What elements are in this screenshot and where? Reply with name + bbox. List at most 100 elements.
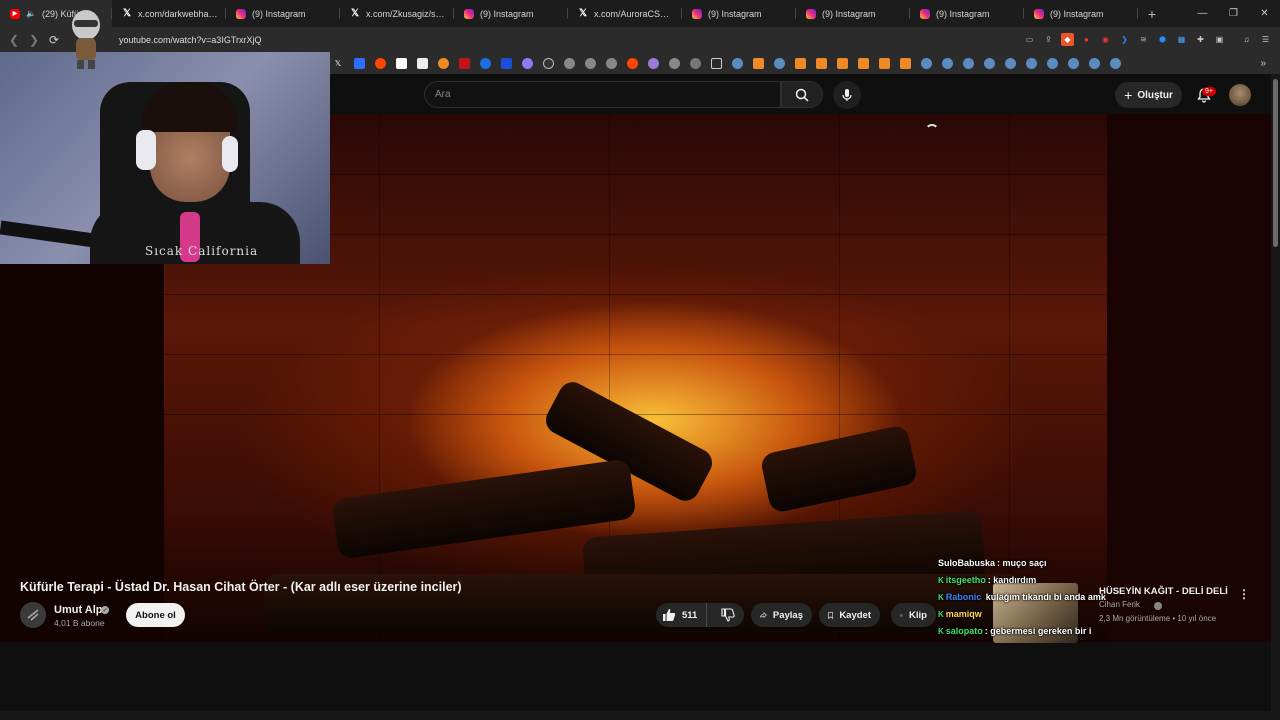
bookmark-play-icon[interactable] [477,55,493,71]
tab[interactable]: 𝕏x.com/Zkusagiz/status [340,0,454,27]
bookmark-gear-icon[interactable] [687,55,703,71]
bookmark-steam-icon[interactable] [1002,55,1018,71]
bookmark-rss-icon[interactable] [813,55,829,71]
bookmark-rss-icon[interactable] [792,55,808,71]
bookmark-reddit-icon[interactable] [372,55,388,71]
maximize-icon[interactable]: ❐ [1218,0,1249,27]
new-tab-button[interactable]: + [1138,0,1166,27]
bookmark-steam-icon[interactable] [1065,55,1081,71]
bookmark-globe-icon[interactable] [582,55,598,71]
bookmark-red-icon[interactable] [456,55,472,71]
share-page-icon[interactable]: ⇪ [1042,33,1055,46]
recommended-video-title[interactable]: HÜSEYİN KAĞIT - DELİ DELİ [1099,586,1228,597]
sidebar-icon[interactable]: ▣ [1213,33,1226,46]
horizontal-scrollbar[interactable] [0,711,1271,720]
account-avatar[interactable] [1229,84,1251,106]
page-scrollbar[interactable] [1271,74,1280,720]
tab[interactable]: 𝕏x.com/AuroraCS2_GG [568,0,682,27]
bookmark-globe-icon[interactable] [666,55,682,71]
bookmark-steam-icon[interactable] [960,55,976,71]
tab[interactable]: 𝕏x.com/darkwebhaber/ [112,0,226,27]
kick-badge-icon: K [938,593,944,602]
share-icon [760,611,767,619]
bookmark-rss-icon[interactable] [834,55,850,71]
window-controls: — ❐ ✕ [1187,0,1280,27]
bookmark-steam-icon[interactable] [981,55,997,71]
bookmark-globe-icon[interactable] [603,55,619,71]
back-icon[interactable]: ❮ [4,27,24,52]
search-input[interactable]: Ara [424,81,781,108]
search-button[interactable] [781,81,823,108]
tab[interactable]: (9) Instagram [454,0,568,27]
scrollbar-thumb[interactable] [1273,79,1278,247]
channel-name[interactable]: Umut Alp [54,604,102,616]
bookmark-k-icon[interactable] [540,55,556,71]
create-button[interactable]: + Oluştur [1115,82,1182,108]
bookmarks-overflow-icon[interactable]: » [1260,58,1266,69]
bookmark-nfl-icon[interactable] [498,55,514,71]
extension-toolbar: ▭ ⇪ ◆ ● ◉ ❯ ≋ ⬢ ▦ ✚ ▣ ♫ ☰ [1023,33,1280,46]
tab[interactable]: (9) Instagram [796,0,910,27]
playlist-icon[interactable]: ♫ [1240,33,1253,46]
like-dislike-group: 511 [656,603,744,627]
bookmark-steam-icon[interactable] [1044,55,1060,71]
tab[interactable]: (9) Instagram [682,0,796,27]
bookmark-steam-icon[interactable] [939,55,955,71]
bookmark-feather-icon[interactable] [645,55,661,71]
bookmark-steam-icon[interactable] [918,55,934,71]
save-button[interactable]: Kaydet [819,603,880,627]
browser-address-bar: ❮ ❯ ⟳ youtube.com/watch?v=a3IGTrxrXjQ ▭ … [0,27,1280,52]
puzzle-icon[interactable]: ✚ [1194,33,1207,46]
circle-extension-icon[interactable]: ◉ [1099,33,1112,46]
audio-extension-icon[interactable]: ❯ [1118,33,1131,46]
forward-icon[interactable]: ❯ [24,27,44,52]
bookmark-purple-icon[interactable] [519,55,535,71]
instagram-icon [1034,8,1044,19]
mascot-sticker-icon [72,10,100,69]
url-field[interactable]: youtube.com/watch?v=a3IGTrxrXjQ [119,35,261,45]
windows-extension-icon[interactable]: ▦ [1175,33,1188,46]
bookmark-blue-icon[interactable] [351,55,367,71]
shield-extension-icon[interactable]: ⬢ [1156,33,1169,46]
bookmark-rss-icon[interactable] [876,55,892,71]
folder-icon[interactable] [708,55,724,71]
share-button[interactable]: Paylaş [751,603,812,627]
bookmark-p-icon[interactable] [393,55,409,71]
bookmark-steam-icon[interactable] [771,55,787,71]
more-options-icon[interactable]: ⋮ [1238,586,1250,602]
close-icon[interactable]: ✕ [1249,0,1280,27]
tab[interactable]: (9) Instagram [1024,0,1138,27]
bookmark-rss-icon[interactable] [897,55,913,71]
minimize-icon[interactable]: — [1187,0,1218,27]
reload-icon[interactable]: ⟳ [44,27,64,52]
bookmark-orange-icon[interactable] [435,55,451,71]
brave-shield-icon[interactable]: ◆ [1061,33,1074,46]
screen: ▶ 🔈 (29) Küfürle 𝕏x.com/darkwebhaber/(9) In… [0,0,1280,720]
tab[interactable]: (9) Instagram [226,0,340,27]
like-button[interactable]: 511 [656,603,707,627]
screen-cast-icon[interactable]: ▭ [1023,33,1036,46]
bookmark-rss-icon[interactable] [750,55,766,71]
bookmark-steam-icon[interactable] [1107,55,1123,71]
dislike-button[interactable] [713,603,744,627]
chat-message: Kmamiqw [938,609,984,619]
bookmark-x-icon[interactable]: 𝕏 [330,55,346,71]
menu-icon[interactable]: ☰ [1259,33,1272,46]
clip-button[interactable]: Klip [891,603,936,627]
channel-avatar[interactable] [20,602,46,628]
bookmark-reddit-icon[interactable] [624,55,640,71]
voice-search-button[interactable] [833,81,861,109]
tab-label: (9) Instagram [480,8,534,19]
bookmark-globe-icon[interactable] [561,55,577,71]
bookmark-a-icon[interactable] [414,55,430,71]
subscribe-button[interactable]: Abone ol [126,603,185,627]
tab[interactable]: (9) Instagram [910,0,1024,27]
bookmark-steam-icon[interactable] [1023,55,1039,71]
chat-message: SuloBabuska: muço saçı [938,558,1047,568]
signal-extension-icon[interactable]: ≋ [1137,33,1150,46]
record-extension-icon[interactable]: ● [1080,33,1093,46]
bookmark-rss-icon[interactable] [855,55,871,71]
speaker-icon[interactable]: 🔈 [26,9,36,18]
bookmark-steam-icon[interactable] [729,55,745,71]
bookmark-steam-icon[interactable] [1086,55,1102,71]
